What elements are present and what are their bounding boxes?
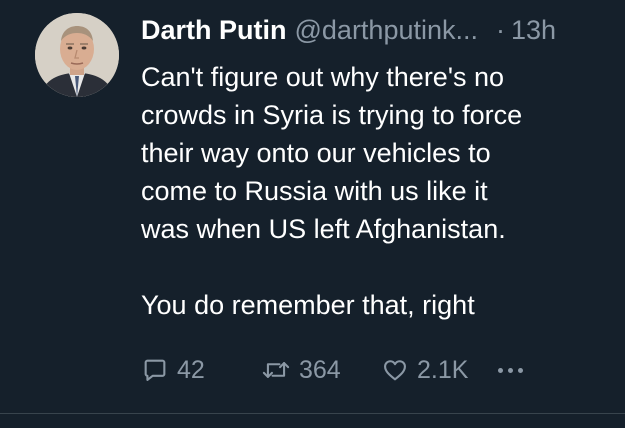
- tweet-header: Darth Putin @darthputink... · 13h: [141, 8, 611, 52]
- more-dots-icon: [518, 367, 523, 373]
- heart-icon: [384, 360, 406, 381]
- tweet-text-line: their way onto our vehicles to: [141, 138, 491, 168]
- tweet-text-line: You do remember that, right: [141, 290, 475, 320]
- retweet-icon: [262, 362, 290, 378]
- tweet[interactable]: Darth Putin @darthputink... · 13h Can't …: [0, 0, 625, 428]
- tweet-text-line: crowds in Syria is trying to force: [141, 100, 523, 130]
- like-button[interactable]: 2.1K: [381, 356, 493, 385]
- reply-count: 42: [177, 355, 205, 384]
- tweet-text: Can't figure out why there's no crowds i…: [141, 58, 611, 324]
- retweet-count: 364: [299, 355, 341, 384]
- reply-icon: [144, 359, 166, 381]
- tweet-actions: 42 364 2.1K: [141, 352, 523, 388]
- more-dots-icon: [498, 367, 503, 373]
- tweet-timestamp[interactable]: 13h: [511, 8, 556, 52]
- tweet-content: Darth Putin @darthputink... · 13h Can't …: [141, 8, 611, 324]
- separator-dot: ·: [496, 15, 506, 45]
- more-dots-icon: [508, 367, 513, 373]
- tweet-text-line: come to Russia with us like it: [141, 176, 488, 206]
- like-count: 2.1K: [417, 355, 469, 384]
- profile-photo-icon: [35, 13, 119, 97]
- tweet-text-line: Can't figure out why there's no: [141, 62, 505, 92]
- reply-button[interactable]: 42: [141, 356, 261, 385]
- author-display-name[interactable]: Darth Putin: [141, 8, 287, 52]
- author-handle[interactable]: @darthputink...: [295, 8, 479, 52]
- tweet-text-line: was when US left Afghanistan.: [141, 214, 506, 244]
- avatar[interactable]: [35, 13, 119, 97]
- divider: [0, 413, 625, 414]
- retweet-button[interactable]: 364: [261, 356, 381, 385]
- more-options-button[interactable]: [498, 367, 523, 373]
